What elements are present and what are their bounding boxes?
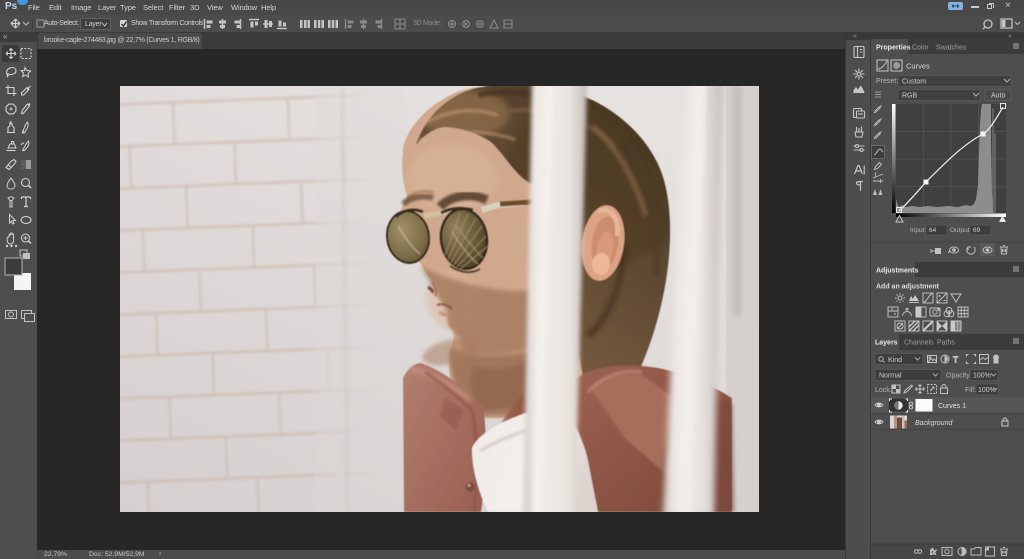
svg-text:Normal: Normal <box>879 373 902 380</box>
svg-text:69: 69 <box>973 227 981 234</box>
svg-text:Adjustments: Adjustments <box>876 268 919 275</box>
svg-text:Paths: Paths <box>937 340 955 347</box>
svg-text:Lock:: Lock: <box>875 387 892 394</box>
svg-text:T: T <box>953 355 958 365</box>
svg-text:64: 64 <box>929 227 937 234</box>
svg-text:Kind: Kind <box>888 357 902 364</box>
svg-text:Curves: Curves <box>906 62 930 71</box>
svg-text:Layers: Layers <box>875 340 898 347</box>
svg-text:Opacity:: Opacity: <box>946 373 972 380</box>
svg-text:Background: Background <box>915 420 953 427</box>
svg-text:Fill:: Fill: <box>965 387 976 394</box>
svg-text:Output:: Output: <box>950 227 972 234</box>
svg-text:Color: Color <box>912 45 929 52</box>
svg-text:100%: 100% <box>973 373 991 380</box>
svg-text:Custom: Custom <box>902 79 926 86</box>
svg-text:Curves 1: Curves 1 <box>938 403 966 410</box>
svg-text:Input:: Input: <box>910 227 926 234</box>
svg-text:Preset:: Preset: <box>876 78 898 85</box>
svg-text:Add an adjustment: Add an adjustment <box>876 284 940 291</box>
svg-text:RGB: RGB <box>902 93 918 100</box>
svg-text:Auto: Auto <box>991 93 1006 100</box>
svg-text:Swatches: Swatches <box>936 45 967 52</box>
svg-text:Channels: Channels <box>904 340 934 347</box>
svg-text:Properties: Properties <box>876 45 911 52</box>
svg-text:fx: fx <box>930 548 937 557</box>
